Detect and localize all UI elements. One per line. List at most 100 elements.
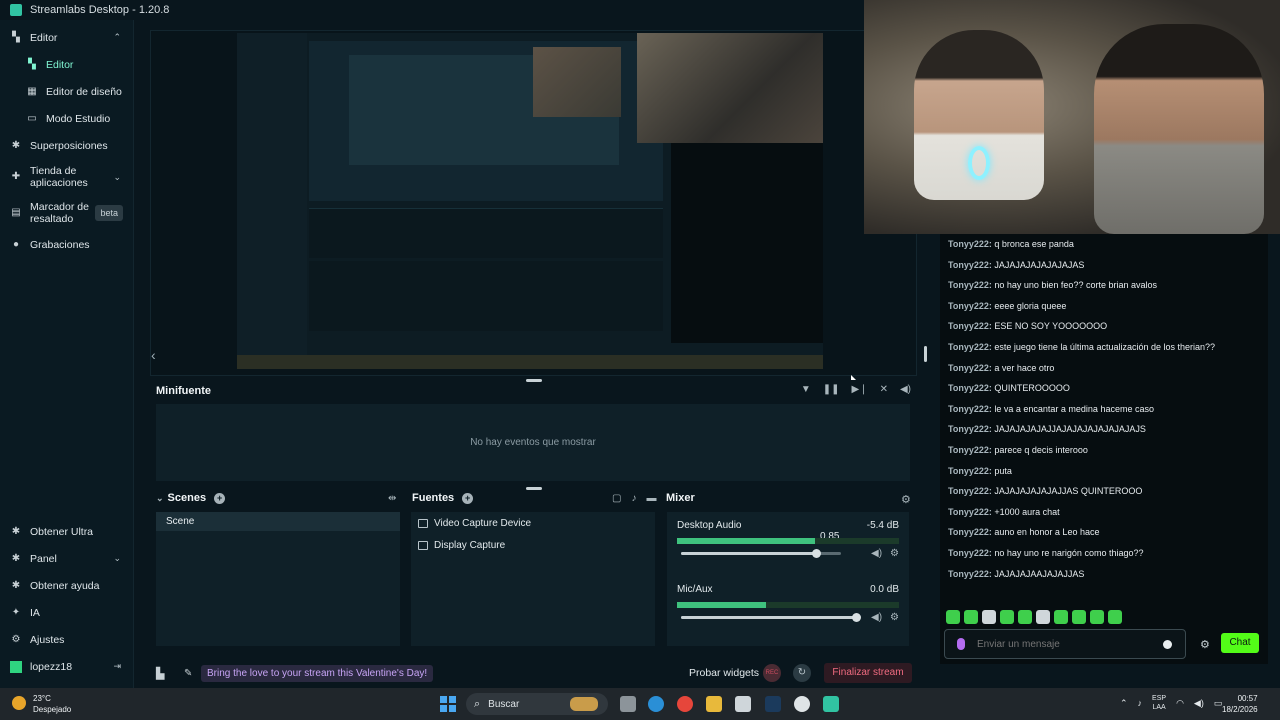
chat-username[interactable]: Tonyy222: xyxy=(948,260,992,270)
scene-item[interactable]: Scene xyxy=(156,512,400,531)
add-source-button[interactable]: + xyxy=(462,492,474,504)
chat-username[interactable]: Tonyy222: xyxy=(948,301,992,311)
mute-alerts-icon[interactable]: ✕ xyxy=(880,384,888,395)
sidebar-item-overlays[interactable]: ✱ Superposiciones xyxy=(0,132,133,159)
source-item[interactable]: Video Capture Device xyxy=(411,512,655,534)
chat-message-input[interactable] xyxy=(977,638,1157,650)
sidebar-item-highlighter[interactable]: ▤ Marcador de resaltado beta xyxy=(0,195,133,231)
skip-icon[interactable]: ▶❘ xyxy=(852,384,868,395)
volume-slider[interactable] xyxy=(681,549,841,558)
sidebar-item-editor-sub[interactable]: ▚ Editor xyxy=(0,51,133,78)
sidebar-item-settings[interactable]: ⚙ Ajustes xyxy=(0,626,133,653)
slider-knob[interactable] xyxy=(852,613,861,622)
chat-settings-gear-icon[interactable]: ⚙ xyxy=(1200,638,1210,651)
chat-username[interactable]: Tonyy222: xyxy=(948,486,992,496)
task-view-icon[interactable] xyxy=(620,696,636,712)
chat-username[interactable]: Tonyy222: xyxy=(948,342,992,352)
emote-icon[interactable] xyxy=(1054,610,1068,624)
emote-icon[interactable] xyxy=(1000,610,1014,624)
chat-username[interactable]: Tonyy222: xyxy=(948,466,992,476)
emote-icon[interactable] xyxy=(1072,610,1086,624)
sidebar-item-recordings[interactable]: ● Grabaciones xyxy=(0,231,133,258)
emote-icon[interactable] xyxy=(1108,610,1122,624)
chat-username[interactable]: Tonyy222: xyxy=(948,321,992,331)
emote-icon[interactable] xyxy=(1090,610,1104,624)
chat-resize-handle[interactable] xyxy=(924,346,927,362)
chat-username[interactable]: Tonyy222: xyxy=(948,569,992,579)
stats-icon[interactable]: ▙ xyxy=(156,667,164,680)
filter-icon[interactable]: ▼ xyxy=(801,384,811,395)
gear-icon[interactable]: ⚙ xyxy=(890,548,899,559)
collapse-icon[interactable]: ⇹ xyxy=(388,493,396,504)
logout-icon[interactable]: ⇥ xyxy=(113,661,121,672)
sidebar-item-editor[interactable]: ▚ Editor ⌃ xyxy=(0,24,133,51)
chat-username[interactable]: Tonyy222: xyxy=(948,404,992,414)
language-indicator[interactable]: ESP LAA xyxy=(1152,694,1166,712)
pause-icon[interactable]: ❚❚ xyxy=(823,384,840,395)
record-button[interactable]: REC xyxy=(763,664,781,682)
taskbar-search[interactable]: ⌕ Buscar xyxy=(466,693,608,715)
chevron-up-icon[interactable]: ⌃ xyxy=(1120,698,1128,709)
chat-send-button[interactable]: Chat xyxy=(1221,633,1259,653)
chat-username[interactable]: Tonyy222: xyxy=(948,445,992,455)
chat-username[interactable]: Tonyy222: xyxy=(948,239,992,249)
chevron-down-icon[interactable]: ⌄ xyxy=(156,493,164,504)
folder-icon[interactable]: ▬ xyxy=(646,493,656,504)
emote-icon[interactable] xyxy=(946,610,960,624)
test-widgets-button[interactable]: Probar widgets xyxy=(689,667,759,679)
game-app-icon[interactable] xyxy=(794,696,810,712)
chat-username[interactable]: Tonyy222: xyxy=(948,527,992,537)
streamlabs-taskbar-icon[interactable] xyxy=(823,696,839,712)
speaker-icon[interactable]: ◀) xyxy=(871,548,882,559)
edge-browser-icon[interactable] xyxy=(648,696,664,712)
sidebar-item-user[interactable]: lopezz18 ⇥ xyxy=(0,653,133,680)
gear-icon[interactable]: ⚙ xyxy=(901,493,911,506)
gear-icon[interactable]: ⚙ xyxy=(890,612,899,623)
sidebar-item-help[interactable]: ✱ Obtener ayuda xyxy=(0,572,133,599)
chat-username[interactable]: Tonyy222: xyxy=(948,507,992,517)
file-explorer-icon[interactable] xyxy=(706,696,722,712)
emoji-icon[interactable] xyxy=(1163,639,1172,649)
chat-username[interactable]: Tonyy222: xyxy=(948,280,992,290)
microphone-tray-icon[interactable]: ♪ xyxy=(1138,698,1143,708)
sidebar-item-app-store[interactable]: ✚ Tienda de aplicaciones ⌄ xyxy=(0,159,133,195)
chrome-icon[interactable] xyxy=(677,696,693,712)
emote-icon[interactable] xyxy=(1018,610,1032,624)
notification-icon[interactable]: ✎ xyxy=(184,668,192,679)
sidebar-item-ai[interactable]: ✦ IA xyxy=(0,599,133,626)
source-item[interactable]: Display Capture xyxy=(411,534,655,556)
end-stream-button[interactable]: Finalizar stream xyxy=(824,663,912,683)
chat-username[interactable]: Tonyy222: xyxy=(948,548,992,558)
sidebar-item-get-ultra[interactable]: ✱ Obtener Ultra xyxy=(0,518,133,545)
weather-moon-icon[interactable] xyxy=(12,696,26,710)
steam-icon[interactable] xyxy=(765,696,781,712)
chevron-left-icon[interactable]: ‹ xyxy=(151,347,163,363)
store-app-icon[interactable] xyxy=(735,696,751,712)
volume-icon[interactable]: ◀) xyxy=(900,384,911,395)
sidebar-item-layout-editor[interactable]: ▦ Editor de diseño xyxy=(0,78,133,105)
chat-username[interactable]: Tonyy222: xyxy=(948,363,992,373)
add-scene-button[interactable]: + xyxy=(214,492,226,504)
emote-icon[interactable] xyxy=(982,610,996,624)
emote-icon[interactable] xyxy=(964,610,978,624)
replay-buffer-button[interactable]: ↻ xyxy=(793,664,811,682)
sidebar-item-studio-mode[interactable]: ▭ Modo Estudio xyxy=(0,105,133,132)
volume-tray-icon[interactable]: ◀) xyxy=(1194,698,1204,709)
sidebar-item-dashboard[interactable]: ✱ Panel ⌄ xyxy=(0,545,133,572)
microphone-icon[interactable] xyxy=(957,638,965,650)
slider-knob[interactable] xyxy=(812,549,821,558)
speaker-icon[interactable]: ◀) xyxy=(871,612,882,623)
audio-icon[interactable]: ♪ xyxy=(631,493,636,504)
weather-widget[interactable]: 23°C Despejado xyxy=(33,693,71,715)
windows-start-icon[interactable] xyxy=(440,696,456,712)
volume-slider[interactable] xyxy=(681,613,861,622)
taskbar-clock[interactable]: 00:57 18/2/2026 xyxy=(1222,693,1258,715)
chat-input-box[interactable] xyxy=(944,629,1186,659)
emote-icon[interactable] xyxy=(1036,610,1050,624)
chat-username[interactable]: Tonyy222: xyxy=(948,383,992,393)
chat-username[interactable]: Tonyy222: xyxy=(948,424,992,434)
screen-icon[interactable]: ▢ xyxy=(612,493,621,504)
wifi-icon[interactable]: ◠ xyxy=(1176,698,1184,709)
promo-banner[interactable]: Bring the love to your stream this Valen… xyxy=(201,664,434,682)
stream-preview[interactable]: ‹ xyxy=(150,30,917,380)
